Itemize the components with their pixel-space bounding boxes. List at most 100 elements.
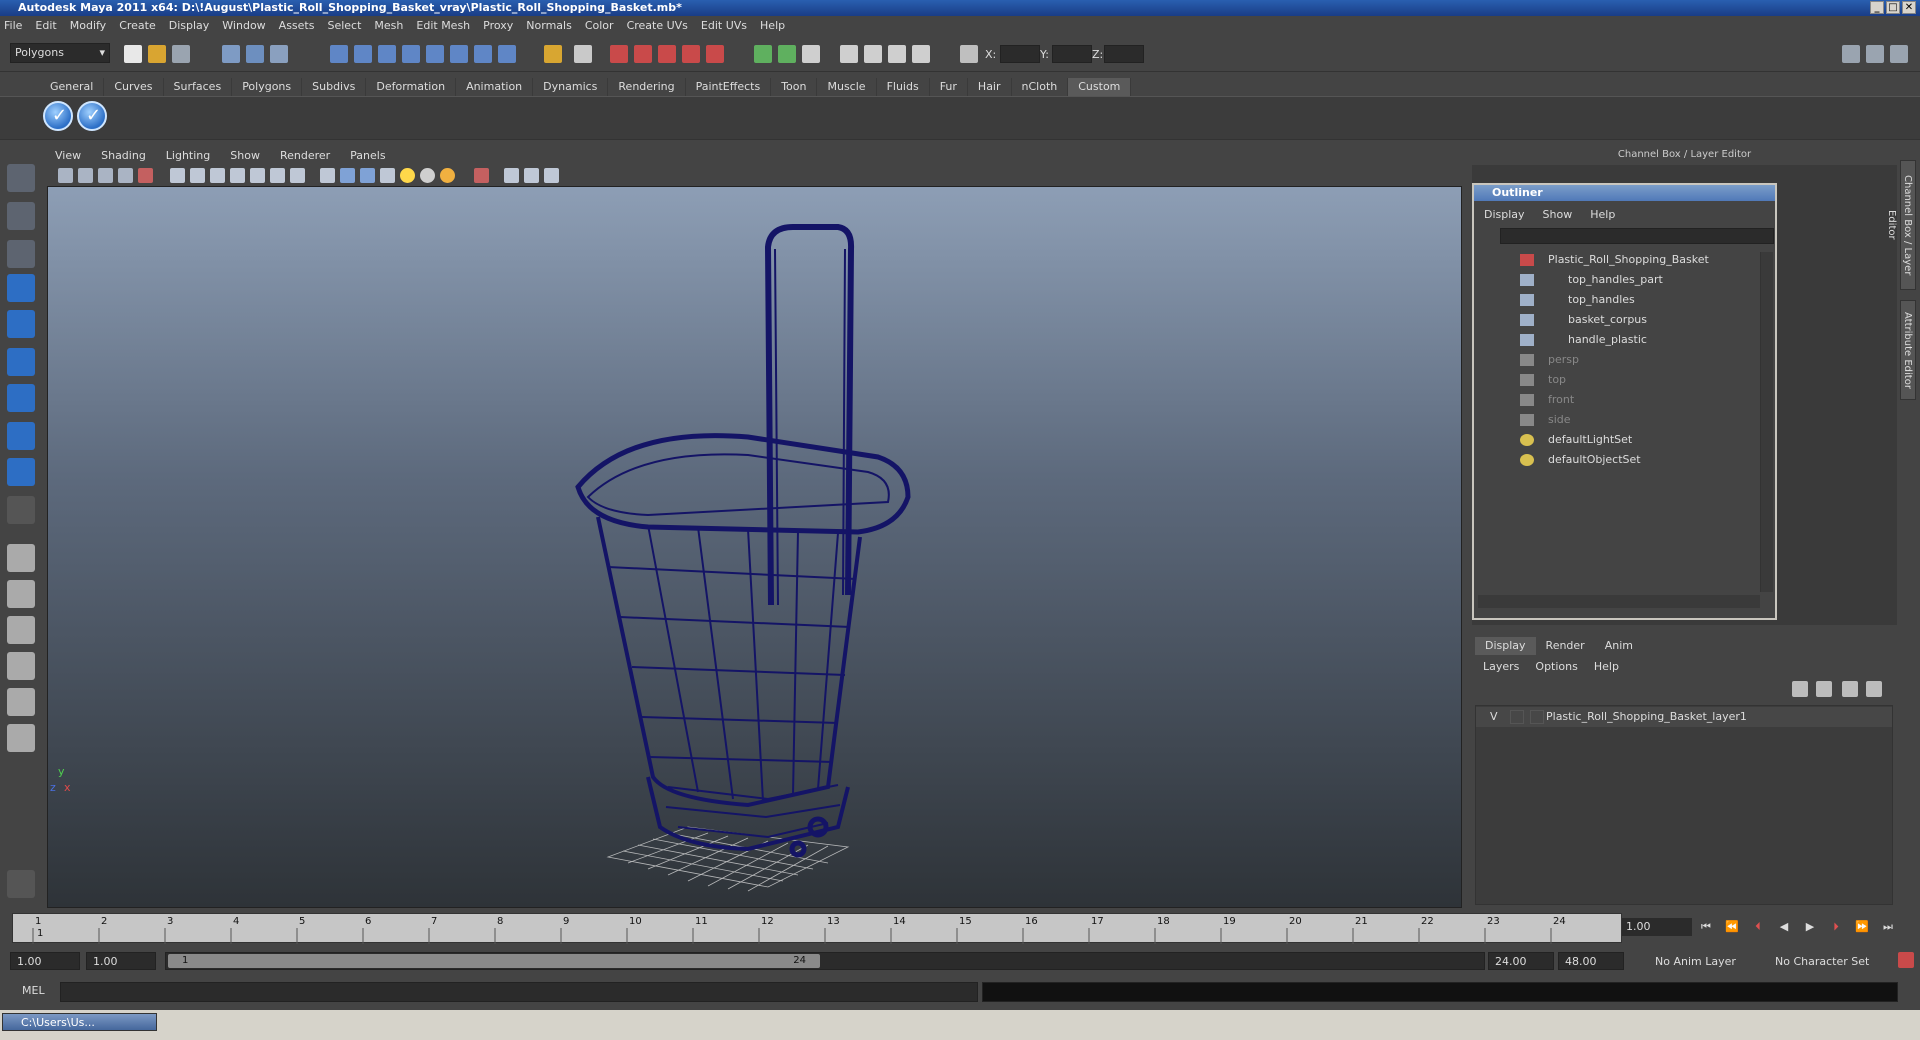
shelf-tab-curves[interactable]: Curves — [104, 78, 164, 96]
menu-normals[interactable]: Normals — [526, 19, 572, 32]
wireframe-icon[interactable] — [320, 168, 335, 183]
safe-title-icon[interactable] — [290, 168, 305, 183]
shelf-tab-subdivs[interactable]: Subdivs — [302, 78, 367, 96]
playback-end-field[interactable]: 24.00 — [1488, 952, 1554, 970]
select-tool-icon[interactable] — [7, 164, 35, 192]
anim-layer-dropdown[interactable]: No Anim Layer — [1648, 952, 1748, 970]
attribute-editor-icon[interactable] — [840, 45, 858, 63]
layer-playback-toggle[interactable] — [1510, 710, 1524, 724]
current-frame-field[interactable]: 1.00 — [1622, 918, 1692, 936]
layer-menu-help[interactable]: Help — [1594, 660, 1619, 676]
paint-icon[interactable] — [778, 45, 796, 63]
outliner-menu-display[interactable]: Display — [1484, 208, 1525, 221]
channel-box-icon[interactable] — [888, 45, 906, 63]
all-lights-icon[interactable] — [420, 168, 435, 183]
paint-select-tool-icon[interactable] — [7, 240, 35, 268]
lock-icon[interactable] — [544, 45, 562, 63]
layer-editor-icon[interactable] — [912, 45, 930, 63]
lasso-tool-icon[interactable] — [7, 202, 35, 230]
new-empty-layer-icon[interactable] — [1816, 681, 1832, 697]
perspective-viewport[interactable]: y x z — [47, 186, 1462, 908]
grease-pencil-icon[interactable] — [138, 168, 153, 183]
layout-hypershade-icon[interactable] — [7, 688, 35, 716]
rotate-tool-icon[interactable] — [7, 310, 35, 338]
taskbar-item[interactable]: C:\Users\Us... — [2, 1013, 157, 1031]
shelf-tab-fluids[interactable]: Fluids — [877, 78, 930, 96]
default-light-icon[interactable] — [400, 168, 415, 183]
safe-action-icon[interactable] — [270, 168, 285, 183]
menu-proxy[interactable]: Proxy — [483, 19, 513, 32]
tool-settings-icon[interactable] — [864, 45, 882, 63]
snap-view-icon[interactable] — [402, 45, 420, 63]
history-icon[interactable] — [474, 45, 492, 63]
shelf-tab-painteffects[interactable]: PaintEffects — [686, 78, 772, 96]
shelf-check-button-2[interactable] — [77, 101, 107, 131]
scale-tool-icon[interactable] — [7, 348, 35, 376]
time-slider[interactable]: 1 2 3 4 5 6 7 8 9 10 11 12 13 14 15 16 17 18 19 20 21 22 23 24 … — [12, 913, 1622, 944]
texture-icon[interactable] — [380, 168, 395, 183]
layer-tab-display[interactable]: Display — [1475, 637, 1536, 655]
select-hierarchy-icon[interactable] — [222, 45, 240, 63]
menu-color[interactable]: Color — [585, 19, 614, 32]
quick-layout-icon[interactable] — [7, 870, 35, 898]
play-forward-button[interactable]: ▶ — [1800, 918, 1820, 936]
menu-help[interactable]: Help — [760, 19, 785, 32]
character-set-dropdown[interactable]: No Character Set — [1768, 952, 1878, 970]
show-manipulator-icon[interactable] — [7, 458, 35, 486]
z-field[interactable] — [1104, 45, 1144, 63]
sculpt-icon[interactable] — [754, 45, 772, 63]
new-scene-icon[interactable] — [124, 45, 142, 63]
select-object-icon[interactable] — [246, 45, 264, 63]
grid-toggle-icon[interactable] — [170, 168, 185, 183]
render-settings-icon[interactable] — [658, 45, 676, 63]
shelf-tab-surfaces[interactable]: Surfaces — [164, 78, 233, 96]
camera-attributes-icon[interactable] — [78, 168, 93, 183]
outliner-search-input[interactable] — [1500, 228, 1774, 244]
transform-input-icon[interactable] — [960, 45, 978, 63]
shelf-tab-dynamics[interactable]: Dynamics — [533, 78, 609, 96]
menu-edit[interactable]: Edit — [35, 19, 56, 32]
save-scene-icon[interactable] — [172, 45, 190, 63]
menu-edit-uvs[interactable]: Edit UVs — [701, 19, 747, 32]
shelf-tab-toon[interactable]: Toon — [771, 78, 818, 96]
menu-select[interactable]: Select — [327, 19, 361, 32]
snap-surface-icon[interactable] — [426, 45, 444, 63]
command-input[interactable] — [60, 982, 978, 1002]
layout-four-icon[interactable] — [7, 580, 35, 608]
layout-graph-icon[interactable] — [7, 652, 35, 680]
play-backward-button[interactable]: ◀ — [1774, 918, 1794, 936]
field-chart-icon[interactable] — [250, 168, 265, 183]
vtab-channel-box[interactable]: Channel Box / Layer Editor — [1886, 160, 1916, 290]
hypershade-icon[interactable] — [682, 45, 700, 63]
step-forward-key-button[interactable]: ⏵ — [1826, 918, 1846, 936]
shelf-tab-fur[interactable]: Fur — [930, 78, 968, 96]
panel-menu-panels[interactable]: Panels — [350, 149, 385, 162]
construction-history-icon[interactable] — [574, 45, 592, 63]
render-icon[interactable] — [610, 45, 628, 63]
layer-row[interactable]: V Plastic_Roll_Shopping_Basket_layer1 — [1476, 707, 1892, 727]
animation-end-field[interactable]: 48.00 — [1558, 952, 1624, 970]
render-view-icon[interactable] — [706, 45, 724, 63]
playback-start-field[interactable]: 1.00 — [86, 952, 156, 970]
universal-manipulator-icon[interactable] — [7, 384, 35, 412]
shelf-tab-rendering[interactable]: Rendering — [608, 78, 686, 96]
shadows-icon[interactable] — [440, 168, 455, 183]
outliner-menu-show[interactable]: Show — [1543, 208, 1573, 221]
select-component-icon[interactable] — [270, 45, 288, 63]
layer-tab-render[interactable]: Render — [1536, 637, 1595, 655]
isolate-select-icon[interactable] — [474, 168, 489, 183]
show-channel-box-icon[interactable] — [1890, 45, 1908, 63]
menu-modify[interactable]: Modify — [70, 19, 106, 32]
layout-single-icon[interactable] — [7, 544, 35, 572]
panel-menu-show[interactable]: Show — [230, 149, 260, 162]
new-layer-icon[interactable] — [1792, 681, 1808, 697]
outliner-menu-help[interactable]: Help — [1590, 208, 1615, 221]
image-plane-icon[interactable] — [118, 168, 133, 183]
mel-label[interactable]: MEL — [22, 984, 45, 997]
layer-tab-anim[interactable]: Anim — [1595, 637, 1643, 655]
smooth-shade-icon[interactable] — [340, 168, 355, 183]
snap-point-icon[interactable] — [378, 45, 396, 63]
xray-joints-icon[interactable] — [524, 168, 539, 183]
shelf-tab-general[interactable]: General — [40, 78, 105, 96]
xray-icon[interactable] — [504, 168, 519, 183]
